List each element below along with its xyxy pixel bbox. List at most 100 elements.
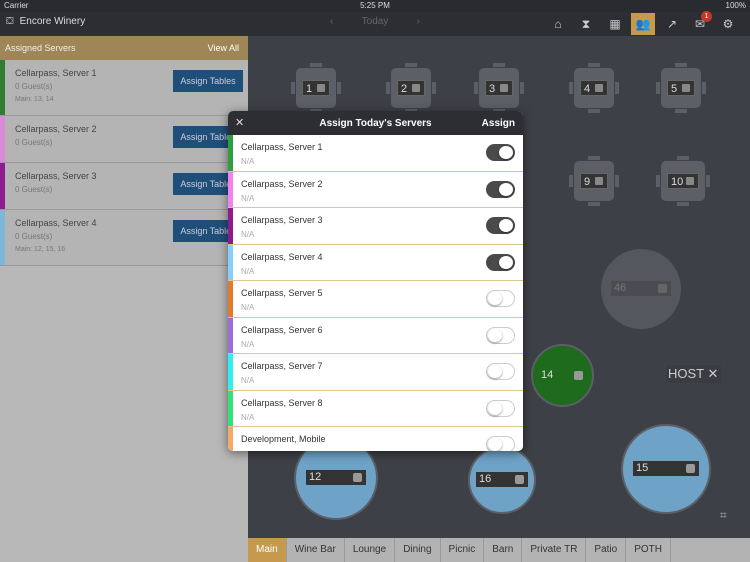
next-day-icon[interactable]: › [417,16,420,27]
assign-toggle[interactable] [486,253,515,271]
toggle-knob [488,292,502,305]
table-4[interactable]: 4 [574,68,614,108]
chair [675,63,687,67]
server-toggle-row: Cellarpass, Server 3 N/A [228,208,523,245]
assign-toggle[interactable] [486,326,515,344]
server-subtitle: N/A [241,230,255,239]
server-subtitle: N/A [241,303,255,312]
grid-icon [658,284,667,293]
tab-lounge[interactable]: Lounge [345,538,396,562]
server-toggle-row: Development, Mobile [228,427,523,451]
home-icon[interactable]: ⌂ [546,13,570,35]
assign-toggle[interactable] [486,399,515,417]
chart-icon[interactable]: ↗ [660,13,684,35]
mail-icon[interactable]: ✉ 1 [688,11,712,35]
grid-icon [595,177,603,185]
server-subtitle: N/A [241,339,255,349]
server-subtitle: N/A [241,157,255,166]
server-color-stripe [0,116,5,162]
table-2[interactable]: 2 [391,68,431,108]
server-name: Cellarpass, Server 3 [241,215,323,225]
grid-icon [515,475,524,484]
panel-title: Assigned Servers [5,43,76,53]
table-14[interactable]: 14 [531,344,594,407]
server-name: Development, Mobile [241,434,326,444]
chair [656,82,660,94]
tab-dining[interactable]: Dining [395,538,441,562]
server-name: Cellarpass, Server 3 [15,171,97,181]
grid-icon [595,84,603,92]
settings-gear-icon[interactable]: ⚙ [716,13,740,35]
toggle-knob [499,255,513,269]
host-stand[interactable]: HOST ✕ [666,365,721,383]
server-toggle-row: Cellarpass, Server 5 N/A [228,281,523,318]
table-1[interactable]: 1 [296,68,336,108]
chair [493,63,505,67]
chair [675,109,687,113]
servers-icon[interactable]: 👥 [631,13,655,35]
table-46[interactable]: 46 [601,249,681,329]
table-10[interactable]: 10 [661,161,705,201]
chair [588,156,600,160]
tab-patio[interactable]: Patio [586,538,627,562]
server-name: Cellarpass, Server 8 [241,397,323,408]
table-9[interactable]: 9 [574,161,614,201]
tab-private-tr[interactable]: Private TR [522,538,587,562]
assign-toggle[interactable] [486,217,515,234]
tab-picnic[interactable]: Picnic [441,538,485,562]
server-subtitle: N/A [241,266,255,276]
assign-toggle[interactable] [486,290,515,307]
table-5[interactable]: 5 [661,68,701,108]
winery-name: Encore Winery [19,16,86,27]
server-color-stripe [228,244,233,280]
status-bar: Carrier 5:25 PM 100% [0,0,750,12]
server-color-stripe [228,390,233,426]
toggle-knob [499,219,513,232]
table-15[interactable]: 15 [621,424,711,514]
toggle-knob [499,146,513,159]
toggle-knob [488,328,502,342]
server-toggle-list: Cellarpass, Server 1 N/A Cellarpass, Serve… [228,135,523,451]
server-color-stripe [228,427,233,451]
assign-button[interactable]: Assign [482,118,515,129]
server-name: Cellarpass, Server 5 [241,288,323,298]
clock: 5:25 PM [360,1,390,10]
assign-tables-button[interactable]: Assign Tables [173,70,243,92]
server-toggle-row: Cellarpass, Server 8 N/A [228,390,523,427]
date-label[interactable]: Today [362,16,389,27]
server-name: Cellarpass, Server 2 [241,178,323,189]
tab-barn[interactable]: Barn [484,538,523,562]
assigned-servers-panel: Assigned Servers View All Cellarpass, Se… [0,36,248,562]
area-tabs: Main Wine Bar Lounge Dining Picnic Barn … [248,538,750,562]
server-color-stripe [228,208,233,244]
chair [291,82,295,94]
battery-label: 100% [725,1,746,10]
modal-header: Assign Today's Servers ✕ Assign [228,111,523,135]
assign-toggle[interactable] [486,436,515,451]
tab-poth[interactable]: POTH [626,538,671,562]
assign-toggle[interactable] [486,180,515,198]
grid-icon [574,370,583,380]
chair [677,156,689,160]
modal-title: Assign Today's Servers [319,118,432,129]
close-icon[interactable]: ✕ [235,116,244,129]
server-color-stripe [228,281,233,317]
prev-day-icon[interactable]: ‹ [330,16,333,27]
table-3[interactable]: 3 [479,68,519,108]
panel-header: Assigned Servers View All [0,36,248,60]
screenshot-icon[interactable]: ⌗ [720,508,727,523]
hourglass-icon[interactable]: ⧗ [574,13,598,35]
chair [588,63,600,67]
tab-main[interactable]: Main [248,538,287,562]
view-all-link[interactable]: View All [208,43,239,53]
chair [569,175,573,187]
server-color-stripe [228,354,233,390]
server-color-stripe [228,317,233,353]
server-toggle-row: Cellarpass, Server 7 N/A [228,354,523,391]
table-16[interactable]: 16 [468,446,536,514]
assign-toggle[interactable] [486,144,515,161]
assign-toggle[interactable] [486,363,515,380]
tab-wine-bar[interactable]: Wine Bar [287,538,345,562]
calendar-icon[interactable]: ▦ [603,13,627,35]
chair [432,82,436,94]
